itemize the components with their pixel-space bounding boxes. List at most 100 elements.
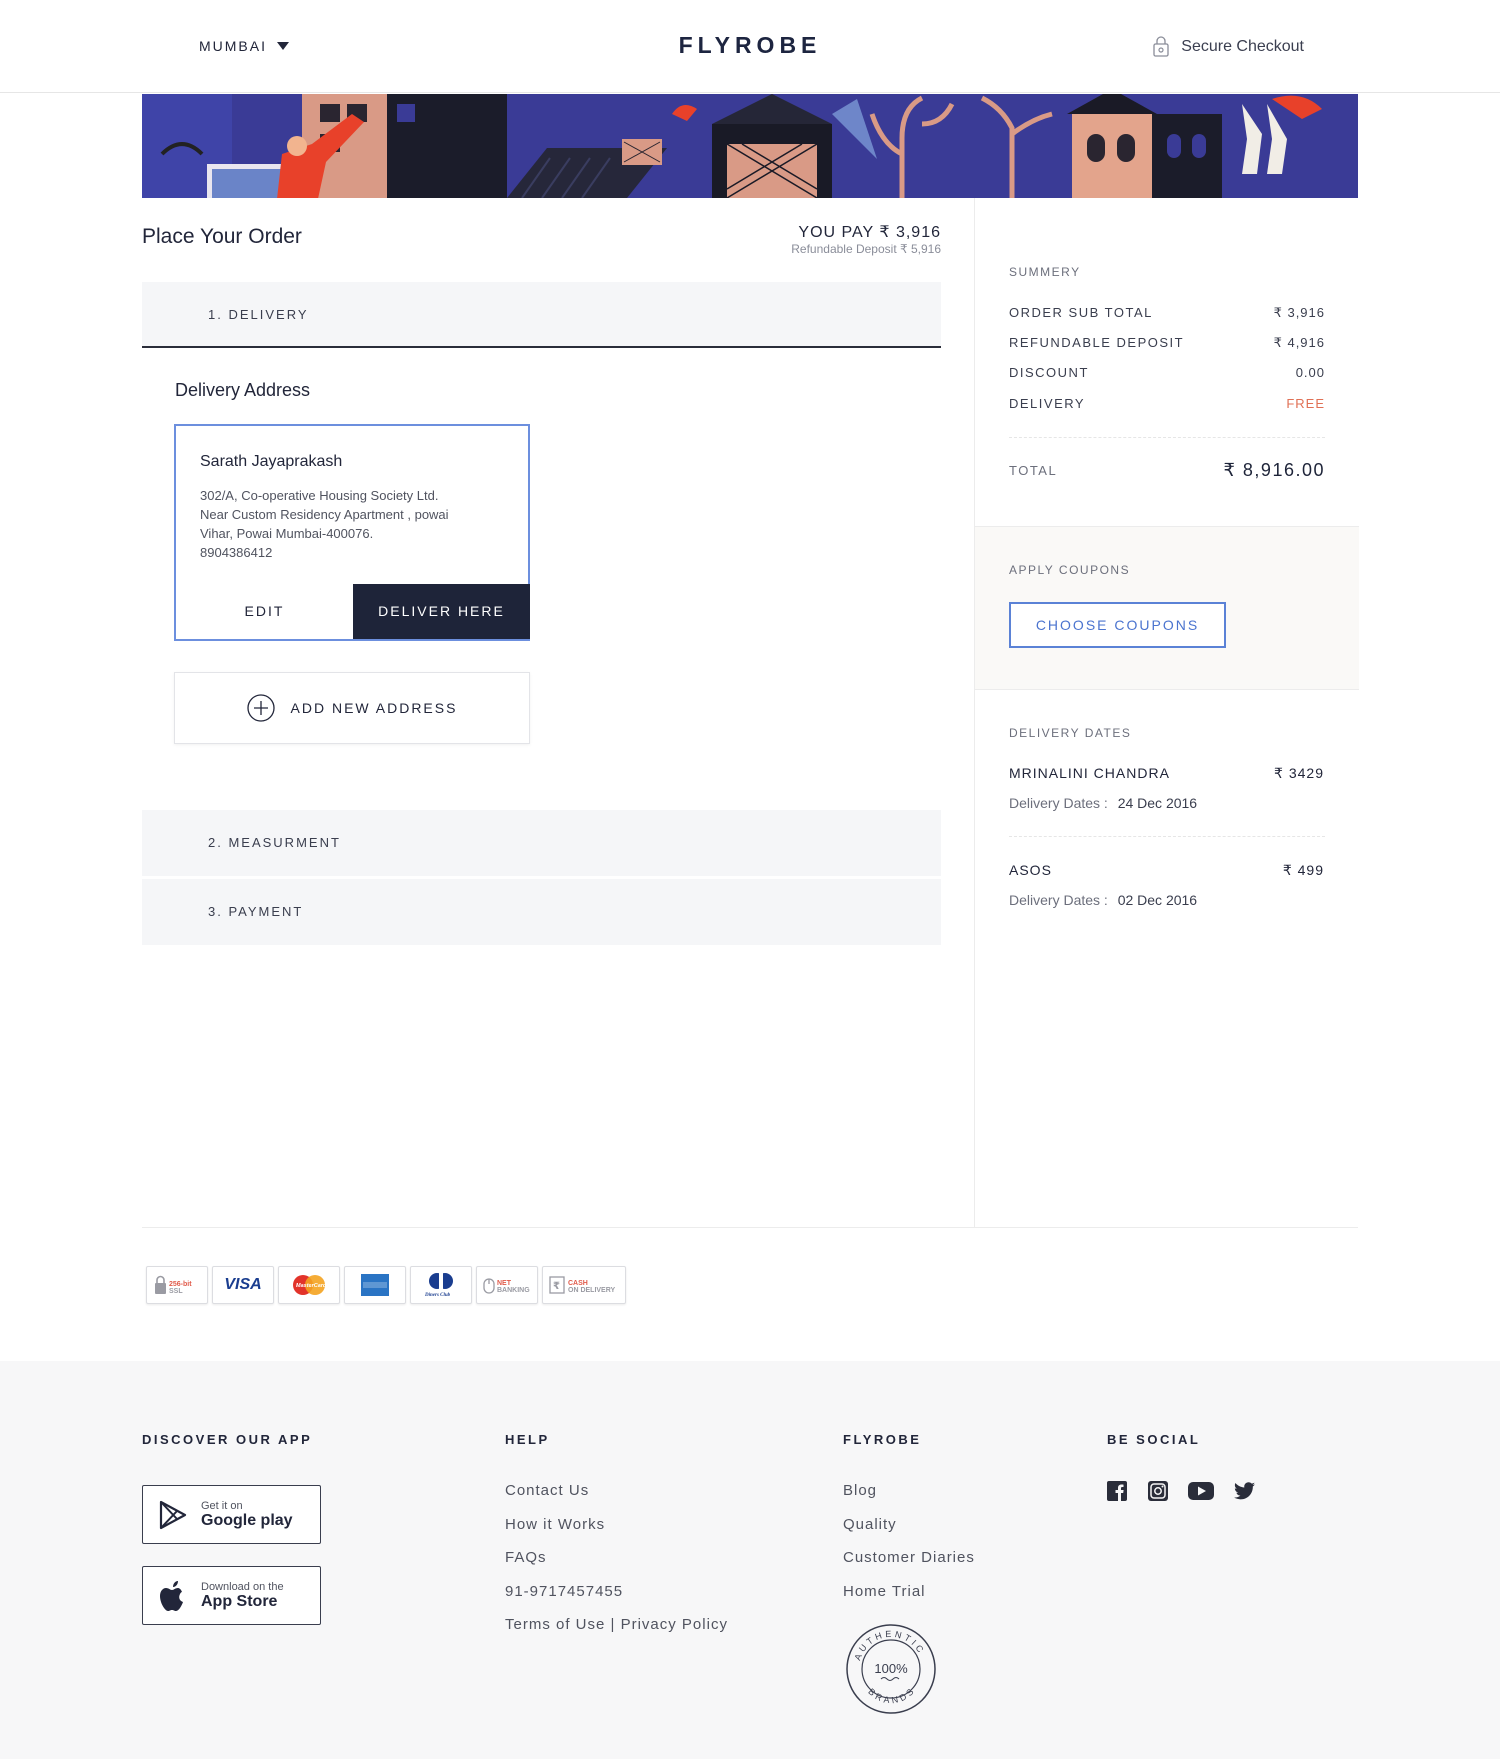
- google-play-big: Google play: [201, 1511, 293, 1529]
- address-card[interactable]: Sarath Jayaprakash 302/A, Co-operative H…: [174, 424, 530, 641]
- svg-text:SSL: SSL: [169, 1288, 183, 1295]
- deliver-here-button[interactable]: DELIVER HERE: [353, 584, 530, 639]
- twitter-icon[interactable]: [1234, 1480, 1255, 1501]
- summary-value: ₹ 3,916: [1273, 305, 1325, 320]
- help-heading: HELP: [505, 1432, 550, 1447]
- summary-value: 0.00: [1295, 365, 1325, 380]
- delivery-date-value: 24 Dec 2016: [1117, 795, 1198, 811]
- summary-value: ₹ 4,916: [1273, 335, 1325, 350]
- order-summary-panel: SUMMERY ORDER SUB TOTAL ₹ 3,916 REFUNDAB…: [974, 198, 1359, 1228]
- footer-link-customer-diaries[interactable]: Customer Diaries: [843, 1549, 975, 1566]
- page-title: Place Your Order: [142, 225, 302, 248]
- address-line: Vihar, Powai Mumbai-400076.: [200, 526, 374, 541]
- delivery-item-name: MRINALINI CHANDRA: [1009, 765, 1170, 781]
- delivery-date-value: 02 Dec 2016: [1117, 892, 1198, 908]
- address-phone: 8904386412: [200, 545, 273, 560]
- summary-label: DISCOUNT: [1009, 365, 1089, 380]
- total-label: TOTAL: [1009, 463, 1058, 478]
- plus-circle-icon: [246, 694, 275, 722]
- footer-link-blog[interactable]: Blog: [843, 1482, 877, 1499]
- delivery-item-name: ASOS: [1009, 862, 1052, 878]
- footer-link-terms[interactable]: Terms of Use | Privacy Policy: [505, 1616, 728, 1633]
- svg-text:₹: ₹: [553, 1281, 560, 1292]
- refundable-deposit-note: Refundable Deposit ₹ 5,916: [791, 242, 941, 256]
- social-links: [1106, 1480, 1255, 1501]
- address-lines: 302/A, Co-operative Housing Society Ltd.…: [200, 486, 500, 562]
- app-store-small: Download on the: [201, 1580, 284, 1593]
- delivery-date-label: Delivery Dates :: [1009, 795, 1108, 811]
- badge-bottom-text: BRANDS: [866, 1685, 914, 1706]
- app-store-button[interactable]: Download on the App Store: [142, 1566, 321, 1625]
- summary-row-subtotal: ORDER SUB TOTAL ₹ 3,916: [1009, 305, 1325, 321]
- amex-icon: [344, 1266, 406, 1304]
- footer-link-home-trial[interactable]: Home Trial: [843, 1583, 926, 1600]
- secure-checkout: Secure Checkout: [1153, 36, 1304, 57]
- total-value: ₹ 8,916.00: [1223, 460, 1325, 480]
- summary-row-discount: DISCOUNT 0.00: [1009, 365, 1325, 380]
- footer-link-how-it-works[interactable]: How it Works: [505, 1516, 605, 1533]
- address-line: Near Custom Residency Apartment , powai: [200, 507, 449, 522]
- summary-total: TOTAL ₹ 8,916.00: [1009, 460, 1325, 481]
- delivery-item-date: Delivery Dates : 24 Dec 2016: [1009, 795, 1197, 811]
- add-new-address-label: ADD NEW ADDRESS: [290, 700, 458, 716]
- badge-center-text: 100%: [874, 1661, 908, 1676]
- diners-club-icon: Diners Club: [410, 1266, 472, 1304]
- payment-methods: 256-bit SSL VISA MasterCard Diners Club: [146, 1266, 626, 1304]
- svg-text:NET: NET: [497, 1280, 512, 1287]
- svg-text:ON DELIVERY: ON DELIVERY: [568, 1287, 616, 1294]
- visa-icon: VISA: [212, 1266, 274, 1304]
- summary-label: REFUNDABLE DEPOSIT: [1009, 335, 1185, 350]
- delivery-item-date: Delivery Dates : 02 Dec 2016: [1009, 892, 1197, 908]
- summary-row-delivery: DELIVERY FREE: [1009, 396, 1325, 411]
- apple-icon: [159, 1580, 187, 1612]
- mastercard-icon: MasterCard: [278, 1266, 340, 1304]
- google-play-icon: [159, 1500, 187, 1530]
- app-store-big: App Store: [201, 1592, 278, 1610]
- svg-text:Diners Club: Diners Club: [424, 1293, 451, 1298]
- google-play-button[interactable]: Get it on Google play: [142, 1485, 321, 1544]
- delivery-item-price: ₹ 3429: [1274, 765, 1324, 781]
- step-measurement[interactable]: 2. MEASURMENT: [142, 810, 941, 876]
- visa-label: VISA: [224, 1276, 262, 1293]
- youtube-icon[interactable]: [1188, 1480, 1214, 1501]
- add-new-address-button[interactable]: ADD NEW ADDRESS: [174, 672, 530, 744]
- footer-link-faqs[interactable]: FAQs: [505, 1549, 547, 1566]
- delivery-address-heading: Delivery Address: [175, 380, 311, 400]
- footer-link-contact[interactable]: Contact Us: [505, 1482, 589, 1499]
- banner-illustration: [142, 94, 1358, 198]
- step-payment[interactable]: 3. PAYMENT: [142, 879, 941, 945]
- delivery-free-badge: FREE: [1286, 396, 1325, 411]
- footer-phone[interactable]: 91-9717457455: [505, 1583, 623, 1600]
- apply-coupons-heading: APPLY COUPONS: [1009, 563, 1131, 577]
- summary-label: DELIVERY: [1009, 396, 1086, 411]
- instagram-icon[interactable]: [1147, 1480, 1168, 1501]
- you-pay-amount: YOU PAY ₹ 3,916: [798, 224, 941, 241]
- ssl-icon: 256-bit SSL: [146, 1266, 208, 1304]
- svg-text:MasterCard: MasterCard: [296, 1283, 327, 1289]
- delivery-item-price: ₹ 499: [1282, 862, 1324, 878]
- lock-icon: [1153, 36, 1169, 57]
- flyrobe-heading: FLYROBE: [843, 1432, 922, 1447]
- be-social-heading: BE SOCIAL: [1107, 1432, 1201, 1447]
- svg-text:CASH: CASH: [568, 1280, 588, 1287]
- edit-address-button[interactable]: EDIT: [176, 584, 353, 639]
- discover-app-heading: DISCOVER OUR APP: [142, 1432, 313, 1447]
- svg-text:BANKING: BANKING: [497, 1287, 530, 1294]
- hero-banner: [142, 94, 1358, 198]
- summary-divider: [1009, 437, 1325, 438]
- address-line: 302/A, Co-operative Housing Society Ltd.: [200, 488, 439, 503]
- net-banking-icon: NET BANKING: [476, 1266, 538, 1304]
- step-delivery[interactable]: 1. DELIVERY: [142, 282, 941, 348]
- summary-heading: SUMMERY: [1009, 265, 1081, 279]
- choose-coupons-button[interactable]: CHOOSE COUPONS: [1009, 602, 1226, 648]
- cash-on-delivery-icon: ₹ CASH ON DELIVERY: [542, 1266, 626, 1304]
- address-name: Sarath Jayaprakash: [200, 453, 343, 470]
- content-divider: [142, 1227, 1358, 1228]
- facebook-icon[interactable]: [1106, 1480, 1127, 1501]
- footer-link-quality[interactable]: Quality: [843, 1516, 897, 1533]
- secure-checkout-label: Secure Checkout: [1181, 37, 1304, 55]
- authentic-brands-badge: AUTHENTIC 100% BRANDS: [845, 1623, 937, 1720]
- google-play-small: Get it on: [201, 1499, 243, 1512]
- site-header: MUMBAI FLYROBE Secure Checkout: [0, 0, 1500, 93]
- svg-text:256-bit: 256-bit: [169, 1281, 192, 1288]
